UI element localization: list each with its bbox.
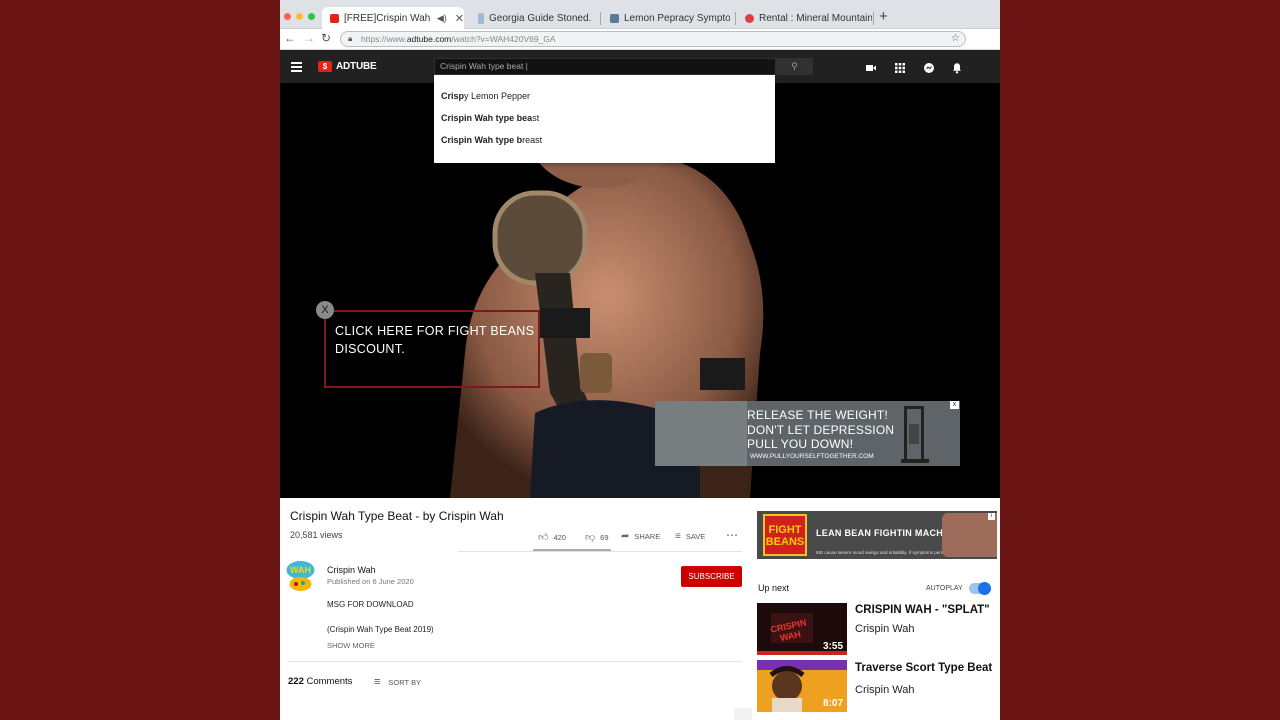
fitness-machine-image [901, 406, 929, 463]
url-field[interactable]: 🔒︎ https://www.adtube.com/watch?v=WAH420… [340, 31, 966, 47]
ad-info-icon[interactable]: i [988, 513, 995, 520]
thumbs-down-icon: 👎︎ [585, 532, 596, 543]
dislike-button[interactable]: 👎︎ 69 [585, 531, 609, 543]
fight-beans-can-image: FIGHT BEANS [763, 514, 807, 556]
view-count: 20,581 views [290, 530, 343, 540]
maximize-window-button[interactable] [308, 13, 315, 20]
suggestion-item[interactable]: Crispy Lemon Pepper [434, 85, 775, 107]
like-button[interactable]: 👍︎ 420 [538, 531, 566, 543]
adtube-favicon-icon [330, 14, 339, 23]
actions-divider [458, 551, 742, 552]
search-input[interactable]: Crispin Wah type beat | [434, 58, 776, 75]
video-thumbnail[interactable]: 8:07 [757, 660, 847, 712]
sort-by-button[interactable]: ≡ SORT BY [374, 676, 421, 688]
share-button[interactable]: ➦ SHARE [621, 531, 660, 542]
video-channel: Crispin Wah [855, 684, 915, 696]
menu-icon[interactable] [291, 62, 302, 74]
adtube-logo[interactable]: $ ADTUBE [318, 61, 377, 72]
publish-date: Published on 6 June 2020 [327, 577, 414, 586]
fight-beans-ad-text[interactable]: CLICK HERE FOR FIGHT BEANS DISCOUNT. [335, 322, 545, 358]
reload-icon[interactable]: ↻ [321, 31, 331, 45]
close-window-button[interactable] [284, 13, 291, 20]
like-ratio-bar [533, 549, 611, 551]
tab-divider [735, 12, 736, 25]
description-line: MSG FOR DOWNLOAD [327, 600, 414, 609]
search-button[interactable]: ⚲ [776, 58, 813, 75]
up-next-heading: Up next [758, 583, 790, 593]
new-tab-icon[interactable]: + [879, 8, 888, 25]
speaker-icon[interactable]: ◀) [437, 13, 447, 24]
channel-avatar[interactable]: WAH [286, 560, 315, 592]
video-title-link[interactable]: CRISPIN WAH - "SPLAT" [855, 604, 990, 616]
tab-divider [873, 12, 874, 25]
video-channel: Crispin Wah [855, 623, 915, 635]
fight-beans-sidebar-ad[interactable]: FIGHT BEANS LEAN BEAN FIGHTIN MACHINE. M… [757, 511, 997, 559]
video-duration: 8:07 [822, 698, 843, 709]
tab-lemon-pepracy[interactable]: Lemon Pepracy Sympto... [602, 7, 730, 29]
svg-text:WAH: WAH [290, 565, 311, 575]
rental-favicon-icon [745, 13, 754, 23]
playlist-add-icon: ≡ [675, 531, 681, 542]
tab-divider [600, 12, 601, 25]
show-more-link[interactable]: SHOW MORE [327, 641, 375, 650]
tab-rental-mineral-mountain[interactable]: Rental : Mineral Mountain [737, 7, 872, 29]
subscribe-button[interactable]: SUBSCRIBE [681, 566, 742, 587]
create-video-icon[interactable] [865, 62, 877, 74]
video-duration: 3:55 [822, 641, 843, 652]
close-banner-icon[interactable]: x [950, 401, 959, 409]
more-options-icon[interactable]: ⋯ [726, 528, 738, 542]
logo-dollar-icon: $ [318, 61, 332, 72]
tab-adtube[interactable]: [FREE]Crispin Wah typ ◀) ✕ [322, 7, 464, 30]
bookmark-star-icon[interactable]: ☆ [951, 32, 960, 46]
sort-icon: ≡ [374, 676, 381, 688]
address-bar: ← → ↻ 🔒︎ https://www.adtube.com/watch?v=… [280, 29, 1000, 50]
video-title-link[interactable]: Traverse Scort Type Beat [855, 662, 992, 674]
share-arrow-icon: ➦ [621, 531, 630, 542]
tab-georgia-guide[interactable]: Georgia Guide Stoned.... [470, 7, 592, 29]
back-arrow-icon[interactable]: ← [284, 31, 296, 45]
tab-strip: [FREE]Crispin Wah typ ◀) ✕ Georgia Guide… [280, 0, 1000, 30]
search-icon: ⚲ [791, 61, 798, 71]
suggestion-item[interactable]: Crispin Wah type breast [434, 129, 775, 151]
suggestion-item[interactable]: Crispin Wah type beast [434, 107, 775, 129]
comments-count: 222 Comments [288, 676, 353, 687]
depression-banner-ad[interactable]: RELEASE THE WEIGHT! DON'T LET DEPRESSION… [655, 401, 960, 466]
lock-icon: 🔒︎ [348, 34, 353, 43]
apps-grid-icon[interactable] [894, 62, 906, 74]
minimize-window-button[interactable] [296, 13, 303, 20]
channel-name[interactable]: Crispin Wah [327, 565, 376, 575]
description-line: (Crispin Wah Type Beat 2019) [327, 625, 434, 634]
forward-arrow-icon[interactable]: → [303, 31, 315, 45]
close-ad-button[interactable]: X [316, 301, 334, 319]
video-title: Crispin Wah Type Beat - by Crispin Wah [290, 509, 504, 523]
banner-person-image [655, 401, 747, 466]
site-favicon-icon [610, 13, 619, 23]
save-button[interactable]: ≡ SAVE [675, 531, 705, 542]
autoplay-toggle[interactable] [969, 582, 991, 595]
autoplay-label: AUTOPLAY [926, 585, 963, 592]
messages-icon[interactable] [923, 62, 935, 74]
scroll-corner [734, 708, 752, 720]
document-favicon-icon [478, 12, 484, 24]
browser-window: [FREE]Crispin Wah typ ◀) ✕ Georgia Guide… [280, 0, 1000, 720]
comments-divider [288, 661, 742, 662]
thumbs-up-icon: 👍︎ [538, 532, 549, 543]
video-thumbnail[interactable]: CRISPIN WAH 3:55 [757, 603, 847, 655]
search-suggestions: Crispy Lemon Pepper Crispin Wah type bea… [434, 75, 775, 163]
notifications-bell-icon[interactable] [951, 62, 963, 74]
close-tab-icon[interactable]: ✕ [455, 12, 464, 25]
